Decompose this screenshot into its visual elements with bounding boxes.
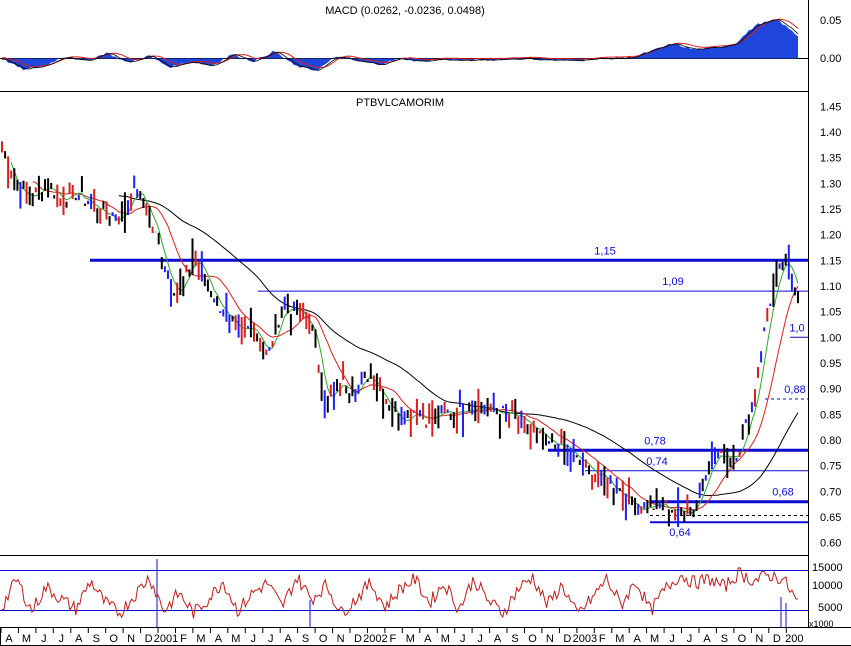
price-ytick-3: 1.30 <box>820 178 841 190</box>
macd-histogram-area <box>2 19 798 71</box>
x-label-19: N <box>337 633 345 645</box>
level-label-6: 0,68 <box>772 487 793 499</box>
level-label-3: 0,88 <box>784 384 805 396</box>
price-ytick-7: 1.10 <box>820 281 841 293</box>
x-label-4: A <box>75 633 83 645</box>
x-label-10: F <box>180 633 187 645</box>
price-ytick-9: 1.00 <box>820 332 841 344</box>
x-label-20: D <box>354 633 362 645</box>
x-label-17: S <box>302 633 309 645</box>
level-label-2: 1,0 <box>789 322 804 334</box>
x-label-25: M <box>441 633 450 645</box>
x-label-21: 2002 <box>363 633 387 645</box>
volume-ytick-0: 15000 <box>812 562 843 574</box>
x-label-28: A <box>494 633 502 645</box>
price-ytick-5: 1.20 <box>820 230 841 242</box>
x-label-32: D <box>563 633 571 645</box>
macd-ytick-1: 0.00 <box>820 53 841 65</box>
x-label-36: A <box>634 633 642 645</box>
x-label-37: M <box>650 633 659 645</box>
x-label-6: O <box>109 633 118 645</box>
x-label-8: D <box>145 633 153 645</box>
x-label-45: 200 <box>785 633 803 645</box>
moving-average-medium <box>32 181 799 511</box>
x-label-35: M <box>615 633 624 645</box>
x-label-38: J <box>669 633 675 645</box>
level-label-0: 1,15 <box>594 245 615 257</box>
volume-unit-label: x1000 <box>809 619 834 629</box>
price-bars <box>1 141 799 528</box>
price-ytick-15: 0.70 <box>820 486 841 498</box>
price-ytick-14: 0.75 <box>820 461 841 473</box>
volume-ytick-1: 10000 <box>812 580 843 592</box>
x-label-43: N <box>755 633 763 645</box>
level-label-5: 0,74 <box>646 456 667 468</box>
x-label-1: M <box>22 633 31 645</box>
price-ytick-17: 0.60 <box>820 538 841 550</box>
x-label-11: M <box>196 633 205 645</box>
x-label-3: J <box>59 633 65 645</box>
stock-chart: MACD (0.0262, -0.0236, 0.0498) 0.05 0.00… <box>0 0 851 646</box>
x-label-18: O <box>319 633 328 645</box>
price-ytick-11: 0.90 <box>820 384 841 396</box>
volume-panel: 15000 10000 5000 x1000 <box>0 559 843 629</box>
x-label-7: N <box>127 633 135 645</box>
x-label-14: J <box>251 633 257 645</box>
x-label-22: F <box>390 633 397 645</box>
x-label-44: D <box>773 633 781 645</box>
x-label-30: O <box>528 633 537 645</box>
price-ytick-10: 0.95 <box>820 358 841 370</box>
x-label-5: S <box>93 633 100 645</box>
x-label-13: M <box>231 633 240 645</box>
price-ytick-12: 0.85 <box>820 409 841 421</box>
x-label-33: 2003 <box>573 633 597 645</box>
x-label-0: A <box>5 633 13 645</box>
x-label-16: A <box>285 633 293 645</box>
price-ytick-1: 1.40 <box>820 127 841 139</box>
x-label-34: F <box>599 633 606 645</box>
x-label-41: S <box>721 633 728 645</box>
level-label-1: 1,09 <box>662 276 683 288</box>
price-ytick-6: 1.15 <box>820 255 841 267</box>
macd-signal-line <box>2 18 799 68</box>
macd-ytick-0: 0.05 <box>820 15 841 27</box>
x-label-29: S <box>511 633 518 645</box>
x-label-40: A <box>703 633 711 645</box>
x-label-26: J <box>460 633 466 645</box>
price-ytick-2: 1.35 <box>820 153 841 165</box>
x-label-9: 2001 <box>154 633 178 645</box>
x-label-15: J <box>268 633 274 645</box>
x-label-27: J <box>477 633 483 645</box>
x-label-2: J <box>41 633 47 645</box>
level-label-4: 0,78 <box>644 435 665 447</box>
volume-spikes <box>156 559 787 627</box>
price-ytick-4: 1.25 <box>820 204 841 216</box>
macd-panel: MACD (0.0262, -0.0236, 0.0498) 0.05 0.00 <box>0 5 841 71</box>
moving-average-short <box>10 162 799 514</box>
x-label-23: M <box>406 633 415 645</box>
x-label-31: N <box>546 633 554 645</box>
x-axis: A M J J A S O N D 2001 F M A M J J A S O N D 2002 F M A M J J A S O N D 2… <box>0 628 803 645</box>
level-label-7: 0,64 <box>669 527 690 539</box>
x-label-24: A <box>424 633 432 645</box>
price-title: PTBVLCAMORIM <box>356 97 444 109</box>
price-ytick-8: 1.05 <box>820 307 841 319</box>
price-ytick-16: 0.65 <box>820 512 841 524</box>
price-ytick-0: 1.45 <box>820 101 841 113</box>
x-label-12: A <box>215 633 223 645</box>
price-panel: PTBVLCAMORIM 1.45 1.40 1.35 1.30 1.25 1.20 1.1… <box>1 97 841 550</box>
price-y-axis: 1.45 1.40 1.35 1.30 1.25 1.20 1.15 1.10 1.05 1.00… <box>820 101 841 549</box>
x-label-39: J <box>687 633 693 645</box>
volume-ytick-2: 5000 <box>818 602 842 614</box>
macd-title: MACD (0.0262, -0.0236, 0.0498) <box>325 5 485 17</box>
x-label-42: O <box>738 633 747 645</box>
price-ytick-13: 0.80 <box>820 435 841 447</box>
